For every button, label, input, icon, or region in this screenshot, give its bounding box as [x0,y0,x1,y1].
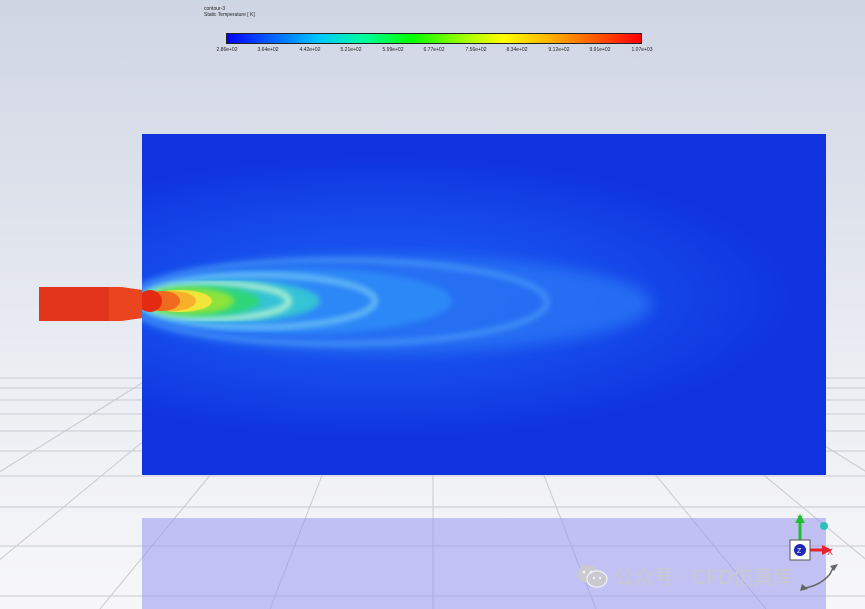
wechat-icon [577,564,608,588]
x-axis-label: X [827,547,833,557]
watermark: 公众号 · CFD仿真库 [576,561,793,590]
colormap-tick-label: 4.42e+02 [299,47,321,53]
z-axis-label: Z [797,548,802,555]
temperature-contour-plume [142,256,652,352]
colormap-tick-label: 5.99e+02 [382,47,404,53]
colormap-tick-label: 9.91e+02 [589,47,611,53]
colormap-tick-label: 3.64e+02 [257,47,279,53]
colormap-tick-label: 5.21e+02 [340,47,362,53]
colormap-tick-label: 9.12e+02 [548,47,570,53]
colormap-tick-label: 1.07e+03 [631,47,653,53]
y-axis-label: Y [797,514,803,524]
colormap-tick-label: 6.77e+02 [423,47,445,53]
view-sphere-icon[interactable] [820,522,828,530]
rotate-view-icon[interactable] [803,565,835,589]
colormap-tick-label: 7.56e+02 [465,47,487,53]
colormap-bar [226,33,642,44]
variable-label: Static Temperature [ K] [204,12,255,18]
temperature-contour-domain[interactable] [142,134,826,475]
inlet-jet-region [39,287,142,321]
colormap-tick-label: 2.86e+02 [216,47,238,53]
colormap-tick-label: 8.34e+02 [506,47,528,53]
watermark-text: 公众号 · CFD仿真库 [614,567,793,589]
graphics-viewport[interactable]: contour-3 Static Temperature [ K] 2.86e+… [0,0,865,609]
